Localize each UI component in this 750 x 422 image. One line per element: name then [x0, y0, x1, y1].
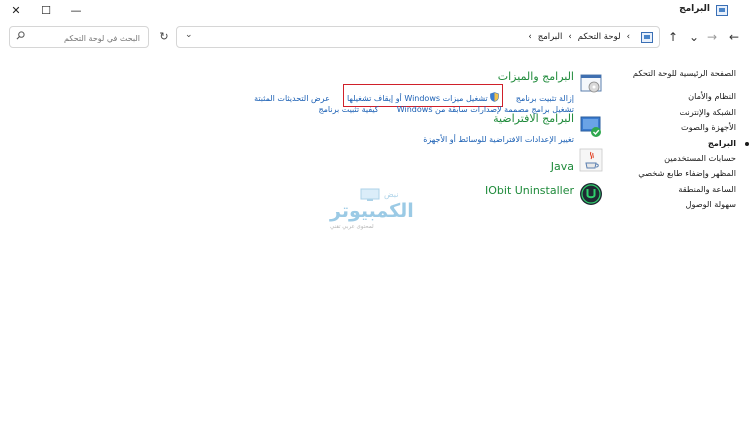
refresh-icon: ↻ [159, 30, 169, 43]
maximize-button[interactable]: ☐ [34, 2, 58, 20]
address-dropdown-icon[interactable]: ⌄ [185, 30, 193, 40]
sidebar-item-programs[interactable]: البرامج [596, 136, 749, 151]
search-icon [16, 31, 25, 40]
programs-features-section: البرامج والميزات إزالة تثبيت برنامج تشغي… [130, 66, 610, 114]
active-bullet [745, 141, 749, 146]
sidebar-item-clock-region[interactable]: الساعة والمنطقة [596, 182, 736, 197]
breadcrumb-programs[interactable]: البرامج [538, 32, 563, 42]
arrow-right-icon: → [706, 30, 718, 44]
window-title: البرامج [679, 4, 710, 14]
minimize-button[interactable]: — [64, 2, 88, 20]
watermark-line1: نبض [384, 190, 399, 199]
watermark-line3: لمحتوى عربي تقني [330, 224, 374, 230]
default-programs-icon [580, 116, 601, 137]
maximize-icon: ☐ [41, 4, 51, 17]
default-programs-section: البرامج الافتراضية تغيير الإعدادات الافت… [130, 110, 610, 146]
sidebar-item-appearance[interactable]: المظهر وإضفاء طابع شخصي [596, 166, 736, 181]
sidebar: الصفحة الرئيسية للوحة التحكم النظام والأ… [596, 66, 749, 213]
back-button[interactable]: ← [726, 29, 742, 45]
sidebar-item-hardware-sound[interactable]: الأجهزة والصوت [596, 120, 736, 135]
main-content: البرامج والميزات إزالة تثبيت برنامج تشغي… [130, 66, 610, 206]
breadcrumb-separator[interactable]: › [568, 32, 571, 42]
forward-button[interactable]: → [704, 29, 720, 45]
sidebar-item-system-security[interactable]: النظام والأمان [596, 89, 736, 104]
search-box[interactable] [9, 26, 149, 48]
programs-features-title[interactable]: البرامج والميزات [498, 70, 574, 83]
default-programs-title[interactable]: البرامج الافتراضية [493, 112, 574, 125]
default-programs-links: تغيير الإعدادات الافتراضية للوسائط أو ال… [423, 127, 574, 146]
arrow-left-icon: ← [728, 30, 740, 44]
search-input[interactable] [28, 30, 142, 46]
sidebar-item-label: البرامج [707, 137, 736, 148]
breadcrumb: › لوحة التحكم › البرامج › [525, 32, 633, 42]
java-icon [579, 148, 603, 172]
sidebar-item-user-accounts[interactable]: حسابات المستخدمين [596, 151, 736, 166]
breadcrumb-separator[interactable]: › [627, 32, 630, 42]
title-bar: ✕ ☐ — البرامج [0, 0, 750, 22]
sidebar-item-ease-of-access[interactable]: سهولة الوصول [596, 197, 736, 212]
iobit-title[interactable]: IObit Uninstaller [485, 184, 574, 197]
control-panel-icon [641, 32, 653, 43]
breadcrumb-separator[interactable]: › [528, 32, 531, 42]
watermark-logo: نبض الكمبيوتر لمحتوى عربي تقني [326, 188, 426, 234]
java-section: Java [130, 146, 610, 176]
programs-features-icon [580, 74, 602, 93]
minimize-icon: — [70, 4, 82, 17]
watermark-line2: الكمبيوتر [330, 200, 414, 222]
address-bar[interactable]: ⌄ › لوحة التحكم › البرامج › [176, 26, 660, 48]
control-panel-icon [716, 5, 728, 16]
up-button[interactable]: ↑ [665, 29, 681, 45]
iobit-uninstaller-icon [580, 183, 602, 205]
sidebar-item-network-internet[interactable]: الشبكة والإنترنت [596, 105, 736, 120]
change-defaults-link[interactable]: تغيير الإعدادات الافتراضية للوسائط أو ال… [423, 135, 574, 144]
breadcrumb-control-panel[interactable]: لوحة التحكم [578, 32, 621, 42]
navigation-bar: ↻ ⌄ › لوحة التحكم › البرامج › ↑ ⌄ → ← [0, 26, 750, 52]
recent-locations-button[interactable]: ⌄ [686, 29, 702, 45]
arrow-up-icon: ↑ [667, 30, 679, 44]
close-button[interactable]: ✕ [4, 2, 28, 20]
refresh-button[interactable]: ↻ [156, 30, 172, 44]
chevron-down-icon: ⌄ [688, 30, 700, 44]
close-icon: ✕ [11, 4, 21, 17]
java-title[interactable]: Java [551, 160, 574, 173]
sidebar-home[interactable]: الصفحة الرئيسية للوحة التحكم [596, 66, 736, 81]
